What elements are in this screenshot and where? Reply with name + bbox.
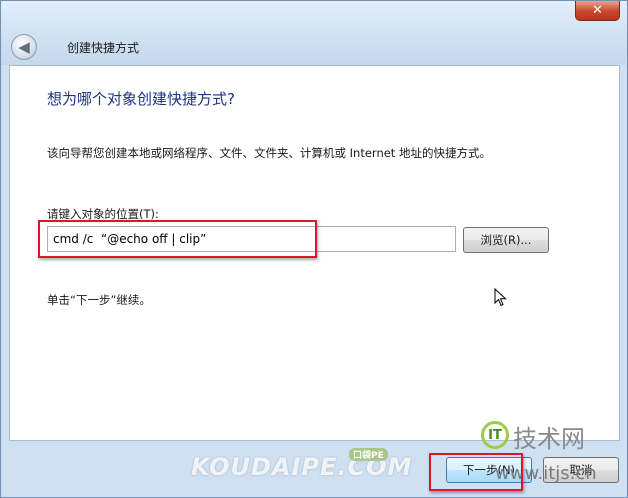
- back-arrow-icon: ◀: [18, 38, 30, 56]
- page-heading: 想为哪个对象创建快捷方式?: [47, 90, 235, 108]
- mouse-pointer-icon: [494, 288, 507, 307]
- next-button-highlight-annotation: [429, 453, 523, 491]
- create-shortcut-window: ✕ ◀ 创建快捷方式 想为哪个对象创建快捷方式? 该向导帮您创建本地或网络程序、…: [0, 0, 628, 498]
- close-icon: ✕: [592, 3, 603, 18]
- itjs-logo-icon: IT: [481, 421, 509, 449]
- browse-button[interactable]: 浏览(R)...: [463, 227, 549, 253]
- wizard-title: 创建快捷方式: [67, 41, 140, 55]
- back-button[interactable]: ◀: [11, 34, 37, 60]
- itjs-watermark: 技术网: [513, 425, 585, 453]
- wizard-content-panel: 想为哪个对象创建快捷方式? 该向导帮您创建本地或网络程序、文件、文件夹、计算机或…: [9, 65, 620, 441]
- wizard-description: 该向导帮您创建本地或网络程序、文件、文件夹、计算机或 Internet 地址的快…: [47, 146, 491, 160]
- koudaipe-badge-watermark: 口袋PE: [349, 448, 388, 461]
- itjs-logo-text: IT: [488, 427, 502, 443]
- close-button[interactable]: ✕: [575, 1, 620, 21]
- continue-hint: 单击“下一步”继续。: [47, 293, 151, 307]
- location-highlight-annotation: [38, 220, 317, 258]
- title-bar: ✕ ◀ 创建快捷方式: [1, 1, 627, 65]
